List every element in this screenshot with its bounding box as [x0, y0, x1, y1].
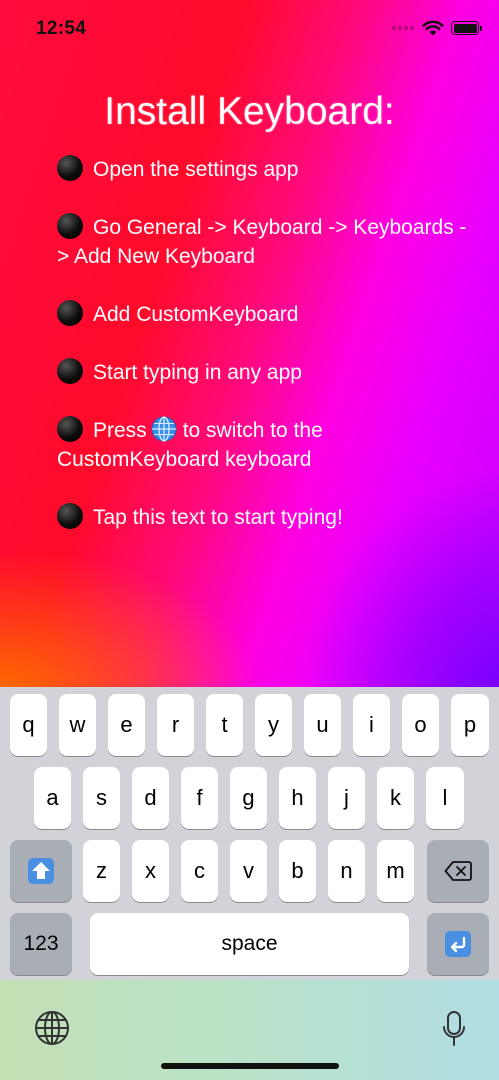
space-key-label: space: [221, 932, 278, 955]
shift-key[interactable]: [10, 840, 72, 902]
key-label: g: [242, 785, 255, 810]
step-go-keyboards: Go General -> Keyboard -> Keyboards -> A…: [57, 213, 477, 271]
key-d[interactable]: d: [132, 767, 169, 829]
key-label: m: [386, 858, 405, 883]
keyboard: q w e r t y u i o p a s d f g h j k l z …: [0, 687, 499, 980]
key-label: t: [221, 712, 228, 737]
key-label: a: [46, 785, 59, 810]
home-indicator[interactable]: [161, 1063, 339, 1069]
space-key[interactable]: space: [90, 913, 409, 975]
bullet-icon: [57, 358, 83, 384]
key-r[interactable]: r: [157, 694, 194, 756]
globe-icon[interactable]: [34, 1010, 70, 1046]
globe-emoji-icon: [151, 416, 177, 442]
step-text: Open the settings app: [93, 158, 299, 181]
key-label: h: [291, 785, 304, 810]
key-q[interactable]: q: [10, 694, 47, 756]
page-title: Install Keyboard:: [104, 90, 395, 133]
keyboard-bottom-bar: [0, 980, 499, 1080]
step-open-settings: Open the settings app: [57, 155, 477, 184]
key-label: x: [145, 858, 156, 883]
key-label: i: [369, 712, 374, 737]
key-o[interactable]: o: [402, 694, 439, 756]
app-background: 12:54 Install Keyboard: Open the setting…: [0, 0, 499, 687]
key-t[interactable]: t: [206, 694, 243, 756]
key-c[interactable]: c: [181, 840, 218, 902]
step-start-typing: Start typing in any app: [57, 358, 477, 387]
key-label: s: [96, 785, 107, 810]
return-key[interactable]: [427, 913, 489, 975]
key-label: w: [69, 712, 86, 737]
key-a[interactable]: a: [34, 767, 71, 829]
key-label: b: [291, 858, 304, 883]
delete-icon: [444, 861, 472, 881]
key-n[interactable]: n: [328, 840, 365, 902]
key-label: z: [96, 858, 107, 883]
key-g[interactable]: g: [230, 767, 267, 829]
key-label: q: [22, 712, 35, 737]
step-add-keyboard: Add CustomKeyboard: [57, 300, 477, 329]
key-e[interactable]: e: [108, 694, 145, 756]
key-label: u: [316, 712, 329, 737]
battery-icon: [451, 21, 482, 35]
key-v[interactable]: v: [230, 840, 267, 902]
status-time: 12:54: [36, 18, 87, 39]
key-x[interactable]: x: [132, 840, 169, 902]
instructions-list: Open the settings app Go General -> Keyb…: [57, 155, 477, 561]
key-label: d: [144, 785, 157, 810]
key-label: y: [268, 712, 279, 737]
key-b[interactable]: b: [279, 840, 316, 902]
key-label: k: [390, 785, 401, 810]
bullet-icon: [57, 155, 83, 181]
status-bar: 12:54: [0, 0, 499, 60]
bullet-icon: [57, 503, 83, 529]
key-i[interactable]: i: [353, 694, 390, 756]
key-label: f: [196, 785, 203, 810]
key-s[interactable]: s: [83, 767, 120, 829]
step-text[interactable]: Tap this text to start typing!: [93, 506, 343, 529]
step-text: Start typing in any app: [93, 361, 302, 384]
key-label: v: [243, 858, 254, 883]
key-h[interactable]: h: [279, 767, 316, 829]
numbers-key[interactable]: 123: [10, 913, 72, 975]
key-m[interactable]: m: [377, 840, 414, 902]
return-icon: [445, 931, 471, 957]
bullet-icon: [57, 416, 83, 442]
key-label: n: [340, 858, 353, 883]
numbers-key-label: 123: [23, 932, 59, 955]
key-label: e: [120, 712, 133, 737]
key-label: j: [344, 785, 349, 810]
key-l[interactable]: l: [426, 767, 464, 829]
bullet-icon: [57, 213, 83, 239]
status-icons: [392, 20, 482, 36]
key-u[interactable]: u: [304, 694, 341, 756]
key-y[interactable]: y: [255, 694, 292, 756]
wifi-icon: [422, 20, 444, 36]
step-press-globe: Press to switch to the CustomKeyboard ke…: [57, 416, 477, 474]
key-label: p: [463, 712, 477, 737]
key-j[interactable]: j: [328, 767, 365, 829]
key-z[interactable]: z: [83, 840, 120, 902]
key-label: o: [414, 712, 427, 737]
key-k[interactable]: k: [377, 767, 414, 829]
key-f[interactable]: f: [181, 767, 218, 829]
key-p[interactable]: p: [451, 694, 489, 756]
cellular-dots-icon: [392, 26, 414, 30]
delete-key[interactable]: [427, 840, 489, 902]
key-label: c: [194, 858, 205, 883]
step-text: Go General -> Keyboard -> Keyboards -> A…: [57, 216, 467, 268]
shift-icon: [28, 858, 54, 884]
microphone-icon[interactable]: [442, 1010, 466, 1048]
key-label: l: [442, 785, 448, 810]
key-w[interactable]: w: [59, 694, 96, 756]
step-tap-text[interactable]: Tap this text to start typing!: [57, 503, 477, 532]
step-text: Add CustomKeyboard: [93, 303, 299, 326]
key-label: r: [171, 712, 180, 737]
step-text-before: Press: [93, 419, 147, 442]
bullet-icon: [57, 300, 83, 326]
